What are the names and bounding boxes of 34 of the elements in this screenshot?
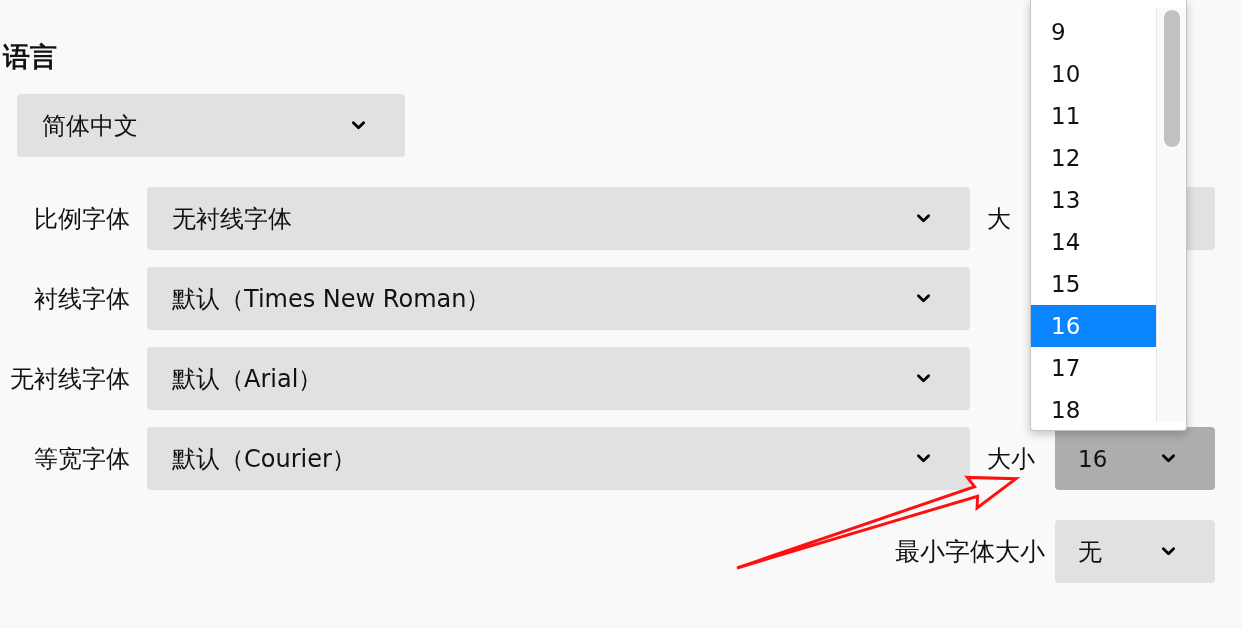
min-size-label: 最小字体大小 (895, 536, 1045, 568)
chevron-down-icon (917, 214, 930, 223)
font-select[interactable]: 默认（Courier） (147, 427, 970, 490)
size-option[interactable]: 18 (1031, 389, 1157, 430)
language-select[interactable]: 简体中文 (17, 94, 405, 157)
size-label: 大小 (987, 443, 1035, 475)
font-select[interactable]: 无衬线字体 (147, 187, 970, 250)
scrollbar-track[interactable] (1156, 8, 1186, 422)
size-option[interactable]: 15 (1031, 263, 1157, 305)
chevron-down-icon (1162, 454, 1175, 463)
size-option[interactable]: 11 (1031, 95, 1157, 137)
size-option[interactable]: 16 (1031, 305, 1157, 347)
size-option[interactable]: 9 (1031, 11, 1157, 53)
font-label: 无衬线字体 (9, 363, 130, 395)
min-size-select[interactable]: 无 (1055, 520, 1215, 583)
font-select[interactable]: 默认（Times New Roman） (147, 267, 970, 330)
font-label: 比例字体 (33, 203, 130, 235)
section-heading: 语言 (3, 40, 57, 74)
size-option[interactable]: 12 (1031, 137, 1157, 179)
chevron-down-icon (917, 374, 930, 383)
scrollbar-thumb[interactable] (1164, 10, 1181, 147)
size-option[interactable]: 13 (1031, 179, 1157, 221)
size-select[interactable]: 16 (1055, 427, 1215, 490)
chevron-down-icon (917, 454, 930, 463)
font-select[interactable]: 默认（Arial） (147, 347, 970, 410)
size-option[interactable]: 14 (1031, 221, 1157, 263)
chevron-down-icon (352, 121, 365, 130)
size-label: 大 (987, 203, 1011, 235)
size-option[interactable]: 17 (1031, 347, 1157, 389)
chevron-down-icon (917, 294, 930, 303)
chevron-down-icon (1162, 547, 1175, 556)
font-label: 等宽字体 (33, 443, 130, 475)
size-option[interactable]: 10 (1031, 53, 1157, 95)
font-label: 衬线字体 (33, 283, 130, 315)
